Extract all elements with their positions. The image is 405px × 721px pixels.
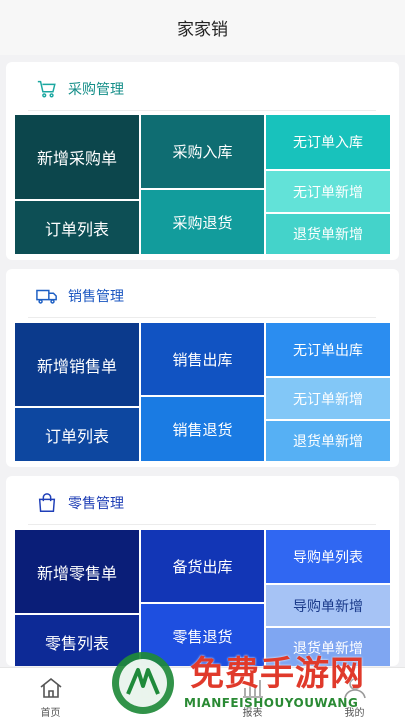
no-order-inbound-tile[interactable]: 无订单入库 (266, 115, 390, 169)
return-order-new-tile[interactable]: 退货单新增 (266, 421, 390, 461)
watermark-subtext: MIANFEISHOUYOUWANG (184, 696, 359, 710)
no-order-new-tile[interactable]: 无订单新增 (266, 171, 390, 212)
sales-order-list-tile[interactable]: 订单列表 (15, 408, 139, 461)
page-title: 家家销 (177, 20, 228, 40)
divider (28, 524, 376, 525)
tab-home[interactable]: 首页 (10, 668, 91, 721)
sales-card: 销售管理 新增销售单 订单列表 销售出库 销售退货 无订单出库 无订单新增 退货… (6, 269, 399, 467)
new-purchase-order-tile[interactable]: 新增采购单 (15, 115, 139, 199)
watermark-text: 免费手游网 (190, 654, 365, 694)
purchase-order-list-tile[interactable]: 订单列表 (15, 201, 139, 254)
top-bar: 家家销 (0, 0, 405, 55)
divider (28, 110, 376, 111)
home-icon (40, 677, 62, 698)
purchase-card: 采购管理 新增采购单 订单列表 采购入库 采购退货 无订单入库 无订单新增 退货… (6, 62, 399, 260)
new-retail-order-tile[interactable]: 新增零售单 (15, 530, 139, 613)
purchase-inbound-tile[interactable]: 采购入库 (141, 115, 264, 188)
sales-outbound-tile[interactable]: 销售出库 (141, 323, 264, 395)
return-order-new-tile[interactable]: 退货单新增 (266, 214, 390, 254)
delivery-truck-icon (36, 289, 57, 304)
shopping-bag-icon (38, 493, 56, 512)
sales-return-tile[interactable]: 销售退货 (141, 397, 264, 461)
new-sales-order-tile[interactable]: 新增销售单 (15, 323, 139, 406)
watermark-logo-icon (112, 652, 174, 714)
guide-order-new-tile[interactable]: 导购单新增 (266, 585, 390, 626)
divider (28, 317, 376, 318)
no-order-outbound-tile[interactable]: 无订单出库 (266, 323, 390, 376)
purchase-header: 采购管理 (6, 62, 399, 112)
retail-header: 零售管理 (6, 476, 399, 526)
shopping-cart-icon (37, 80, 56, 98)
stock-outbound-tile[interactable]: 备货出库 (141, 530, 264, 602)
tab-home-label: 首页 (40, 708, 61, 719)
retail-card: 零售管理 新增零售单 零售列表 备货出库 零售退货 导购单列表 导购单新增 退货… (6, 476, 399, 666)
watermark: 免费手游网 MIANFEISHOUYOUWANG (108, 640, 405, 720)
sales-header: 销售管理 (6, 269, 399, 319)
sales-title: 销售管理 (68, 289, 124, 305)
purchase-return-tile[interactable]: 采购退货 (141, 190, 264, 254)
guide-order-list-tile[interactable]: 导购单列表 (266, 530, 390, 583)
no-order-new-tile[interactable]: 无订单新增 (266, 378, 390, 419)
retail-title: 零售管理 (68, 496, 124, 512)
purchase-title: 采购管理 (68, 82, 124, 98)
